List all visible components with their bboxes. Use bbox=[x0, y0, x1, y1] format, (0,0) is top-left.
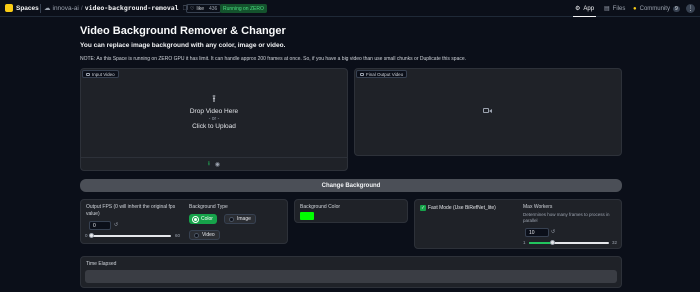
community-icon: ● bbox=[633, 5, 637, 12]
fps-label: Output FPS (0 will inherit the original … bbox=[86, 204, 176, 217]
page-subtitle: You can replace image background with an… bbox=[80, 42, 286, 49]
fps-reset-icon[interactable]: ↺ bbox=[114, 222, 118, 228]
app-icon: ⚙ bbox=[575, 6, 581, 12]
tab-community-label: Community bbox=[639, 5, 670, 12]
webcam-icon[interactable]: ◉ bbox=[215, 161, 220, 168]
input-video-tag: Input Video bbox=[82, 70, 119, 78]
fps-max-label: 60 bbox=[175, 233, 181, 238]
bg-color-label: Background Color bbox=[300, 204, 341, 210]
max-workers-input[interactable]: 10 bbox=[525, 228, 549, 237]
upload-source-bar: ⭳ ◉ bbox=[81, 157, 347, 170]
tab-files-label: Files bbox=[612, 5, 626, 12]
max-workers-reset-icon[interactable]: ↺ bbox=[551, 229, 555, 235]
background-color-panel: Background Color bbox=[294, 199, 408, 223]
page-title: Video Background Remover & Changer bbox=[80, 25, 286, 37]
repo-breadcrumb: ☁ innova-ai / video-background-removal ❐ bbox=[44, 4, 188, 12]
radio-dot bbox=[193, 216, 198, 222]
radio-dot bbox=[194, 232, 199, 238]
input-video-label: Input Video bbox=[92, 71, 115, 77]
files-icon: ▤ bbox=[604, 6, 610, 12]
output-video-tag: Final Output Video bbox=[356, 70, 408, 78]
top-bar: Spaces ☁ innova-ai / video-background-re… bbox=[0, 0, 700, 17]
repo-name-link[interactable]: video-background-removal bbox=[85, 4, 179, 12]
more-options-icon[interactable]: ⋮ bbox=[686, 4, 695, 13]
topbar-divider bbox=[40, 4, 41, 13]
max-workers-max-label: 32 bbox=[612, 240, 618, 245]
drop-line-1: Drop Video Here bbox=[189, 108, 239, 115]
fps-input[interactable]: 0 bbox=[89, 221, 111, 230]
fps-min-label: 0 bbox=[85, 233, 88, 238]
page-note: NOTE: As this Space is running on ZERO G… bbox=[80, 56, 467, 62]
time-elapsed-output bbox=[85, 270, 617, 283]
color-swatch[interactable] bbox=[300, 212, 314, 220]
like-count: 436 bbox=[209, 5, 218, 12]
community-count-badge: 9 bbox=[672, 5, 680, 12]
max-workers-slider-fill bbox=[529, 242, 553, 244]
bg-type-label: Background Type bbox=[189, 204, 228, 210]
video-icon bbox=[86, 72, 90, 76]
radio-color-label: Color bbox=[201, 216, 213, 222]
radio-image[interactable]: Image bbox=[224, 214, 256, 224]
radio-image-label: Image bbox=[237, 216, 251, 222]
change-background-button[interactable]: Change Background bbox=[80, 179, 622, 192]
tab-app-label: App bbox=[583, 5, 595, 12]
repo-owner-link[interactable]: innova-ai bbox=[53, 5, 79, 12]
radio-dot bbox=[229, 216, 234, 222]
upload-icon: ⭱ bbox=[212, 94, 216, 105]
fast-mode-label: Fast Mode (Use BiRefNet_lite) bbox=[428, 205, 496, 211]
org-avatar-icon: ☁ bbox=[44, 5, 51, 12]
fast-mode-panel: ✓ Fast Mode (Use BiRefNet_lite) Max Work… bbox=[414, 199, 622, 249]
spaces-brand: Spaces bbox=[16, 4, 39, 12]
max-workers-label: Max Workers bbox=[523, 204, 553, 210]
max-workers-slider-thumb[interactable] bbox=[550, 240, 556, 245]
video-icon bbox=[360, 72, 364, 76]
radio-video-label: Video bbox=[202, 232, 215, 238]
spaces-home-link[interactable]: Spaces bbox=[5, 4, 39, 12]
tab-community[interactable]: ● Community 9 bbox=[633, 3, 680, 14]
fps-slider-thumb[interactable] bbox=[89, 233, 94, 238]
like-label: like bbox=[196, 5, 204, 12]
max-workers-description: Determines how many frames to process in… bbox=[523, 212, 610, 223]
drop-line-2: - or - bbox=[208, 116, 220, 122]
output-video-panel: Final Output Video bbox=[354, 68, 622, 156]
radio-video[interactable]: Video bbox=[189, 230, 220, 240]
heart-icon: ♡ bbox=[190, 5, 195, 12]
max-workers-min-label: 1 bbox=[523, 240, 526, 245]
radio-color[interactable]: Color bbox=[189, 214, 217, 224]
upload-file-icon[interactable]: ⭳ bbox=[208, 159, 210, 169]
drop-prompt: ⭱ Drop Video Here - or - Click to Upload bbox=[81, 94, 347, 131]
time-elapsed-label: Time Elapsed bbox=[86, 261, 117, 267]
like-button[interactable]: ♡ like 436 bbox=[186, 4, 222, 13]
tab-files[interactable]: ▤ Files bbox=[604, 3, 625, 14]
fast-mode-checkbox[interactable]: ✓ bbox=[420, 205, 426, 211]
time-elapsed-panel: Time Elapsed bbox=[80, 256, 622, 288]
drop-line-3: Click to Upload bbox=[192, 123, 236, 130]
settings-panel: Output FPS (0 will inherit the original … bbox=[80, 199, 288, 244]
status-badge: Running on ZERO bbox=[220, 4, 267, 13]
spaces-logo-icon bbox=[5, 4, 13, 12]
fps-slider-track[interactable] bbox=[91, 235, 171, 237]
video-placeholder-icon bbox=[483, 107, 493, 114]
tab-app[interactable]: ⚙ App bbox=[572, 3, 597, 17]
breadcrumb-slash: / bbox=[80, 4, 83, 12]
output-video-label: Final Output Video bbox=[366, 71, 404, 77]
input-video-dropzone[interactable]: Input Video ⭱ Drop Video Here - or - Cli… bbox=[80, 68, 348, 171]
